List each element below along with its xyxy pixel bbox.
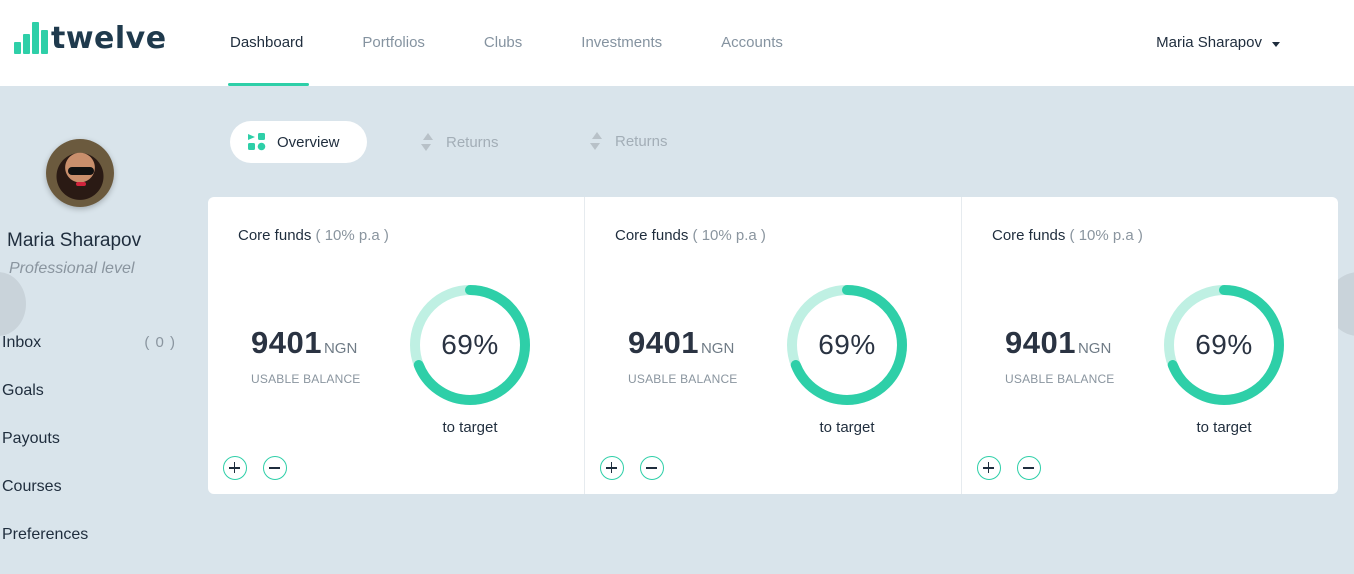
withdraw-funds-button[interactable] [640, 456, 664, 480]
sidebar-item-inbox[interactable]: Inbox ( 0 ) [2, 334, 182, 382]
balance-label: USABLE BALANCE [1005, 372, 1115, 386]
add-funds-button[interactable] [977, 456, 1001, 480]
add-funds-button[interactable] [223, 456, 247, 480]
sidebar-item-payouts[interactable]: Payouts [2, 430, 182, 478]
balance-value: 9401 [251, 325, 322, 360]
brand-logo[interactable]: twelve [14, 20, 167, 54]
withdraw-funds-button[interactable] [263, 456, 287, 480]
sidebar-item-preferences[interactable]: Preferences [2, 526, 182, 574]
nav-dashboard[interactable]: Dashboard [227, 0, 310, 86]
sidebar-menu: Inbox ( 0 ) Goals Payouts Courses Prefer… [2, 334, 182, 574]
sidebar-item-goals[interactable]: Goals [2, 382, 182, 430]
progress-label: to target [819, 419, 875, 436]
fund-card: Core funds ( 10% p.a ) 9401 NGN USABLE B… [961, 197, 1338, 494]
logo-bars-icon [14, 22, 48, 54]
overview-icon [248, 133, 266, 151]
sort-arrows-icon [590, 132, 602, 150]
add-funds-button[interactable] [600, 456, 624, 480]
nav-accounts[interactable]: Accounts [721, 0, 783, 86]
balance-value: 9401 [1005, 325, 1076, 360]
card-title: Core funds ( 10% p.a ) [615, 227, 766, 244]
user-menu-name: Maria Sharapov [1156, 34, 1262, 51]
top-header: twelve Dashboard Portfolios Clubs Invest… [0, 0, 1354, 86]
avatar[interactable] [46, 139, 114, 207]
sidebar-item-label: Goals [2, 382, 44, 399]
nav-investments[interactable]: Investments [581, 0, 662, 86]
caret-down-icon [1272, 41, 1280, 47]
sidebar-item-label: Preferences [2, 526, 89, 543]
sidebar-item-courses[interactable]: Courses [2, 478, 182, 526]
carousel-prev-button[interactable] [0, 272, 26, 336]
progress-label: to target [1196, 419, 1252, 436]
tab-label: Overview [277, 133, 340, 151]
tab-label: Returns [446, 133, 499, 151]
card-title: Core funds ( 10% p.a ) [992, 227, 1143, 244]
progress-label: to target [442, 419, 498, 436]
fund-card: Core funds ( 10% p.a ) 9401 NGN USABLE B… [208, 197, 584, 494]
sidebar-item-label: Courses [2, 478, 62, 495]
funds-cards: Core funds ( 10% p.a ) 9401 NGN USABLE B… [208, 197, 1338, 494]
progress-percent: 69% [1195, 329, 1253, 360]
balance: 9401 NGN [628, 325, 734, 361]
balance-currency: NGN [1077, 340, 1112, 357]
card-title-text: Core funds [992, 227, 1066, 244]
balance-value: 9401 [628, 325, 699, 360]
withdraw-funds-button[interactable] [1017, 456, 1041, 480]
card-title-text: Core funds [238, 227, 312, 244]
avatar-glasses [68, 167, 94, 175]
profile-name: Maria Sharapov [7, 230, 142, 251]
tab-overview[interactable]: Overview [230, 121, 367, 163]
nav-clubs[interactable]: Clubs [484, 0, 522, 86]
progress-percent: 69% [441, 329, 499, 360]
sidebar-item-label: Payouts [2, 430, 60, 447]
tab-returns[interactable]: Returns [418, 121, 499, 163]
inbox-count-badge: ( 0 ) [144, 334, 176, 351]
balance: 9401 NGN [251, 325, 357, 361]
main-nav: Dashboard Portfolios Clubs Investments A… [227, 0, 842, 86]
brand-name: twelve [51, 21, 167, 56]
balance: 9401 NGN [1005, 325, 1111, 361]
balance-currency: NGN [700, 340, 735, 357]
progress-percent: 69% [818, 329, 876, 360]
balance-currency: NGN [323, 340, 358, 357]
balance-label: USABLE BALANCE [251, 372, 361, 386]
avatar-lips [76, 182, 86, 186]
profile-level: Professional level [9, 260, 135, 277]
card-title-text: Core funds [615, 227, 689, 244]
tab-label: Returns [615, 132, 668, 150]
nav-portfolios[interactable]: Portfolios [362, 0, 425, 86]
card-title: Core funds ( 10% p.a ) [238, 227, 389, 244]
sort-arrows-icon [421, 133, 433, 151]
card-rate: ( 10% p.a ) [315, 227, 389, 244]
sidebar-item-label: Inbox [2, 334, 42, 351]
tab-returns-2[interactable]: Returns [587, 120, 668, 162]
card-rate: ( 10% p.a ) [692, 227, 766, 244]
fund-card: Core funds ( 10% p.a ) 9401 NGN USABLE B… [584, 197, 961, 494]
card-rate: ( 10% p.a ) [1069, 227, 1143, 244]
user-menu[interactable]: Maria Sharapov [1156, 0, 1280, 86]
balance-label: USABLE BALANCE [628, 372, 738, 386]
